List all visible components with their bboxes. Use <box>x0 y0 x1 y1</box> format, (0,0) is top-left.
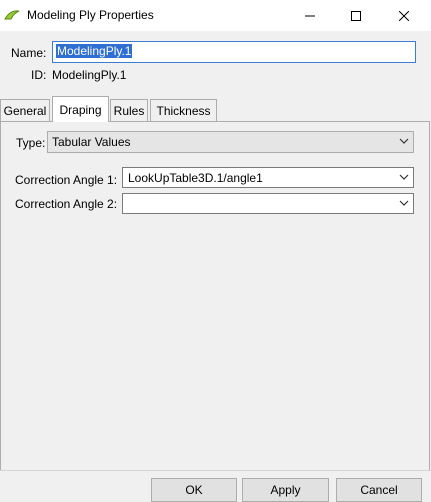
maximize-icon <box>351 10 361 21</box>
tab-draping[interactable]: Draping <box>52 96 109 122</box>
maximize-button[interactable] <box>333 0 379 31</box>
close-icon <box>399 10 409 21</box>
type-dropdown-value: Tabular Values <box>52 135 131 149</box>
name-input-selected-text: ModelingPly.1 <box>56 44 133 58</box>
ok-button[interactable]: OK <box>151 478 237 502</box>
tab-rules[interactable]: Rules <box>110 99 148 121</box>
name-label: Name: <box>11 46 47 60</box>
close-button[interactable] <box>381 0 427 31</box>
chevron-down-icon <box>399 174 409 180</box>
window-title: Modeling Ply Properties <box>27 8 154 22</box>
id-label: ID: <box>31 68 47 82</box>
minimize-button[interactable] <box>287 0 333 31</box>
apply-button[interactable]: Apply <box>242 478 329 502</box>
correction-angle-2-combobox[interactable] <box>122 193 414 214</box>
chevron-down-icon <box>399 138 409 144</box>
id-value: ModelingPly.1 <box>52 68 127 82</box>
cancel-button[interactable]: Cancel <box>336 478 422 502</box>
type-dropdown[interactable]: Tabular Values <box>47 131 414 153</box>
minimize-icon <box>305 15 315 16</box>
correction-angle-1-combobox[interactable]: LookUpTable3D.1/angle1 <box>122 167 414 188</box>
correction-angle-1-label: Correction Angle 1: <box>15 173 118 187</box>
correction-angle-1-value: LookUpTable3D.1/angle1 <box>128 171 263 185</box>
app-logo-icon <box>4 10 20 20</box>
chevron-down-icon <box>399 200 409 206</box>
tab-thickness[interactable]: Thickness <box>150 99 217 121</box>
name-input[interactable]: ModelingPly.1 <box>52 41 416 63</box>
tab-bar: General Draping Rules Thickness <box>0 96 431 122</box>
tab-general[interactable]: General <box>0 99 50 121</box>
title-bar[interactable]: Modeling Ply Properties <box>0 0 431 31</box>
correction-angle-2-label: Correction Angle 2: <box>15 197 118 211</box>
type-label: Type: <box>16 136 46 150</box>
